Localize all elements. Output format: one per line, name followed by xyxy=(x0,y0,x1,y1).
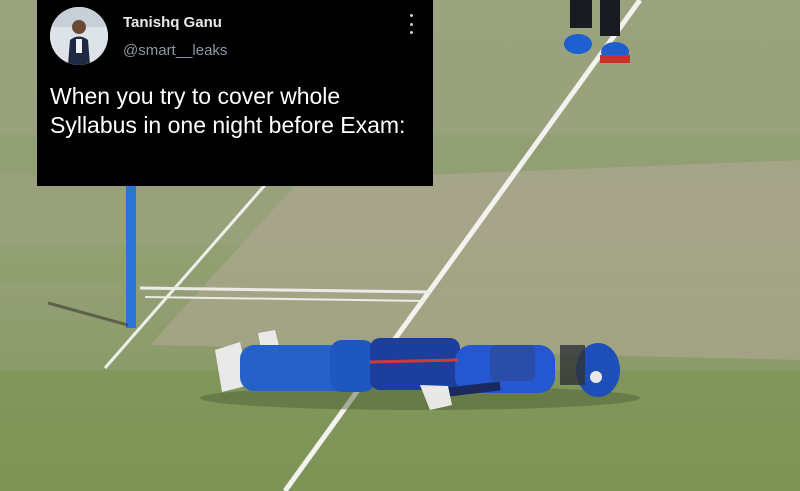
more-vertical-icon[interactable] xyxy=(406,14,416,34)
profile-photo xyxy=(50,7,108,65)
avatar[interactable] xyxy=(50,7,108,65)
tweet-text: When you try to cover whole Syllabus in … xyxy=(50,83,406,138)
tweet-card: Tanishq Ganu @smart__leaks When you try … xyxy=(37,0,433,186)
display-name[interactable]: Tanishq Ganu xyxy=(123,14,222,31)
user-handle[interactable]: @smart__leaks xyxy=(123,42,227,59)
